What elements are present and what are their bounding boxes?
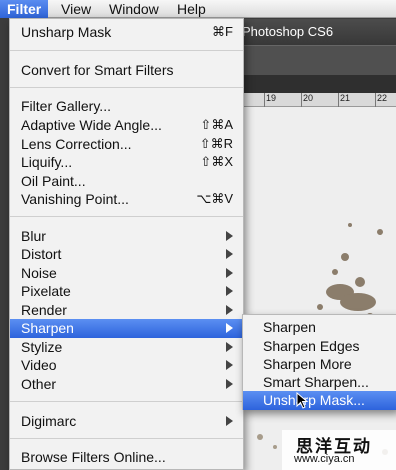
app-title-bar: Photoshop CS6: [240, 19, 396, 45]
menu-item-convert-smart-filters[interactable]: Convert for Smart Filters: [10, 61, 243, 79]
menu-item-noise[interactable]: Noise: [10, 264, 243, 282]
menu-filter[interactable]: Filter: [0, 0, 49, 18]
submenu-item-label: Sharpen More: [263, 356, 352, 372]
shortcut-label: ⇧⌘R: [199, 136, 233, 151]
submenu-item-label: Sharpen Edges: [263, 338, 360, 354]
filter-menu: Unsharp Mask ⌘F Convert for Smart Filter…: [9, 18, 244, 470]
menu-separator: [10, 401, 243, 402]
document-tab-bar: [240, 75, 396, 93]
submenu-arrow-icon: [226, 268, 233, 278]
menu-item-lens-correction[interactable]: Lens Correction... ⇧⌘R: [10, 135, 243, 153]
menu-item-vanishing-point[interactable]: Vanishing Point... ⌥⌘V: [10, 190, 243, 208]
submenu-item-sharpen-more[interactable]: Sharpen More: [243, 355, 396, 374]
canvas-image: [257, 223, 388, 455]
watermark: 思洋互动 www.ciya.cn: [282, 430, 396, 470]
menu-item-oil-paint[interactable]: Oil Paint...: [10, 172, 243, 190]
submenu-arrow-icon: [226, 249, 233, 259]
menu-item-label: Digimarc: [21, 413, 77, 429]
menu-item-label: Unsharp Mask: [21, 24, 112, 40]
menu-item-label: Lens Correction...: [21, 136, 132, 152]
submenu-arrow-icon: [226, 305, 233, 315]
menu-item-label: Render: [21, 302, 67, 318]
menu-separator: [10, 438, 243, 439]
submenu-arrow-icon: [226, 323, 233, 333]
menu-item-label: Adaptive Wide Angle...: [21, 117, 162, 133]
menu-item-sharpen[interactable]: Sharpen: [10, 319, 243, 338]
submenu-item-label: Unsharp Mask...: [263, 392, 365, 408]
menu-item-distort[interactable]: Distort: [10, 245, 243, 263]
horizontal-ruler: 19 20 21 22: [240, 93, 396, 107]
submenu-item-unsharp-mask[interactable]: Unsharp Mask...: [243, 391, 396, 410]
menu-item-label: Stylize: [21, 339, 63, 355]
ruler-tick: 22: [374, 93, 388, 107]
menu-separator: [10, 87, 243, 88]
menu-item-digimarc[interactable]: Digimarc: [10, 412, 243, 430]
sharpen-submenu: Sharpen Sharpen Edges Sharpen More Smart…: [242, 314, 396, 410]
menu-view[interactable]: View: [54, 0, 98, 18]
menu-item-liquify[interactable]: Liquify... ⇧⌘X: [10, 153, 243, 171]
submenu-item-smart-sharpen[interactable]: Smart Sharpen...: [243, 373, 396, 392]
ruler-tick: 20: [300, 93, 314, 107]
menu-item-browse-filters-online[interactable]: Browse Filters Online...: [10, 448, 243, 466]
menu-separator: [10, 50, 243, 51]
menu-item-label: Sharpen: [21, 320, 74, 336]
submenu-arrow-icon: [226, 342, 233, 352]
menu-item-label: Oil Paint...: [21, 173, 86, 189]
submenu-item-label: Sharpen: [263, 319, 316, 335]
menu-window[interactable]: Window: [102, 0, 166, 18]
shortcut-label: ⌥⌘V: [196, 191, 233, 206]
submenu-arrow-icon: [226, 416, 233, 426]
menu-help[interactable]: Help: [170, 0, 213, 18]
options-bar: [240, 45, 396, 75]
menu-item-render[interactable]: Render: [10, 301, 243, 319]
menu-item-label: Liquify...: [21, 154, 73, 170]
menu-bar: Filter View Window Help: [0, 0, 396, 18]
menu-item-stylize[interactable]: Stylize: [10, 338, 243, 356]
mouse-pointer-icon: [296, 392, 309, 409]
menu-item-unsharp-mask-last[interactable]: Unsharp Mask ⌘F: [10, 23, 243, 41]
menu-item-pixelate[interactable]: Pixelate: [10, 282, 243, 300]
ruler-tick: 19: [263, 93, 277, 107]
submenu-item-label: Smart Sharpen...: [263, 374, 369, 390]
menu-item-video[interactable]: Video: [10, 356, 243, 374]
app-title: Photoshop CS6: [242, 24, 334, 39]
submenu-arrow-icon: [226, 286, 233, 296]
menu-item-label: Distort: [21, 246, 62, 262]
menu-item-label: Convert for Smart Filters: [21, 62, 174, 78]
menu-item-label: Vanishing Point...: [21, 191, 129, 207]
submenu-arrow-icon: [226, 360, 233, 370]
menu-item-filter-gallery[interactable]: Filter Gallery...: [10, 97, 243, 115]
menu-item-other[interactable]: Other: [10, 375, 243, 393]
document-canvas[interactable]: [240, 107, 396, 470]
menu-item-label: Filter Gallery...: [21, 98, 111, 114]
menu-item-label: Blur: [21, 228, 46, 244]
menu-item-label: Other: [21, 376, 57, 392]
ruler-tick: 21: [337, 93, 351, 107]
menu-separator: [10, 216, 243, 217]
menu-item-label: Video: [21, 357, 57, 373]
menu-item-blur[interactable]: Blur: [10, 227, 243, 245]
menu-item-label: Browse Filters Online...: [21, 449, 166, 465]
menu-item-label: Pixelate: [21, 283, 71, 299]
submenu-item-sharpen-edges[interactable]: Sharpen Edges: [243, 337, 396, 356]
menu-item-adaptive-wide-angle[interactable]: Adaptive Wide Angle... ⇧⌘A: [10, 116, 243, 134]
menu-item-label: Noise: [21, 265, 57, 281]
submenu-item-sharpen[interactable]: Sharpen: [243, 318, 396, 337]
submenu-arrow-icon: [226, 379, 233, 389]
shortcut-label: ⇧⌘A: [200, 117, 233, 132]
shortcut-label: ⌘F: [212, 24, 233, 39]
submenu-arrow-icon: [226, 231, 233, 241]
watermark-url: www.ciya.cn: [294, 453, 355, 465]
shortcut-label: ⇧⌘X: [200, 154, 233, 169]
